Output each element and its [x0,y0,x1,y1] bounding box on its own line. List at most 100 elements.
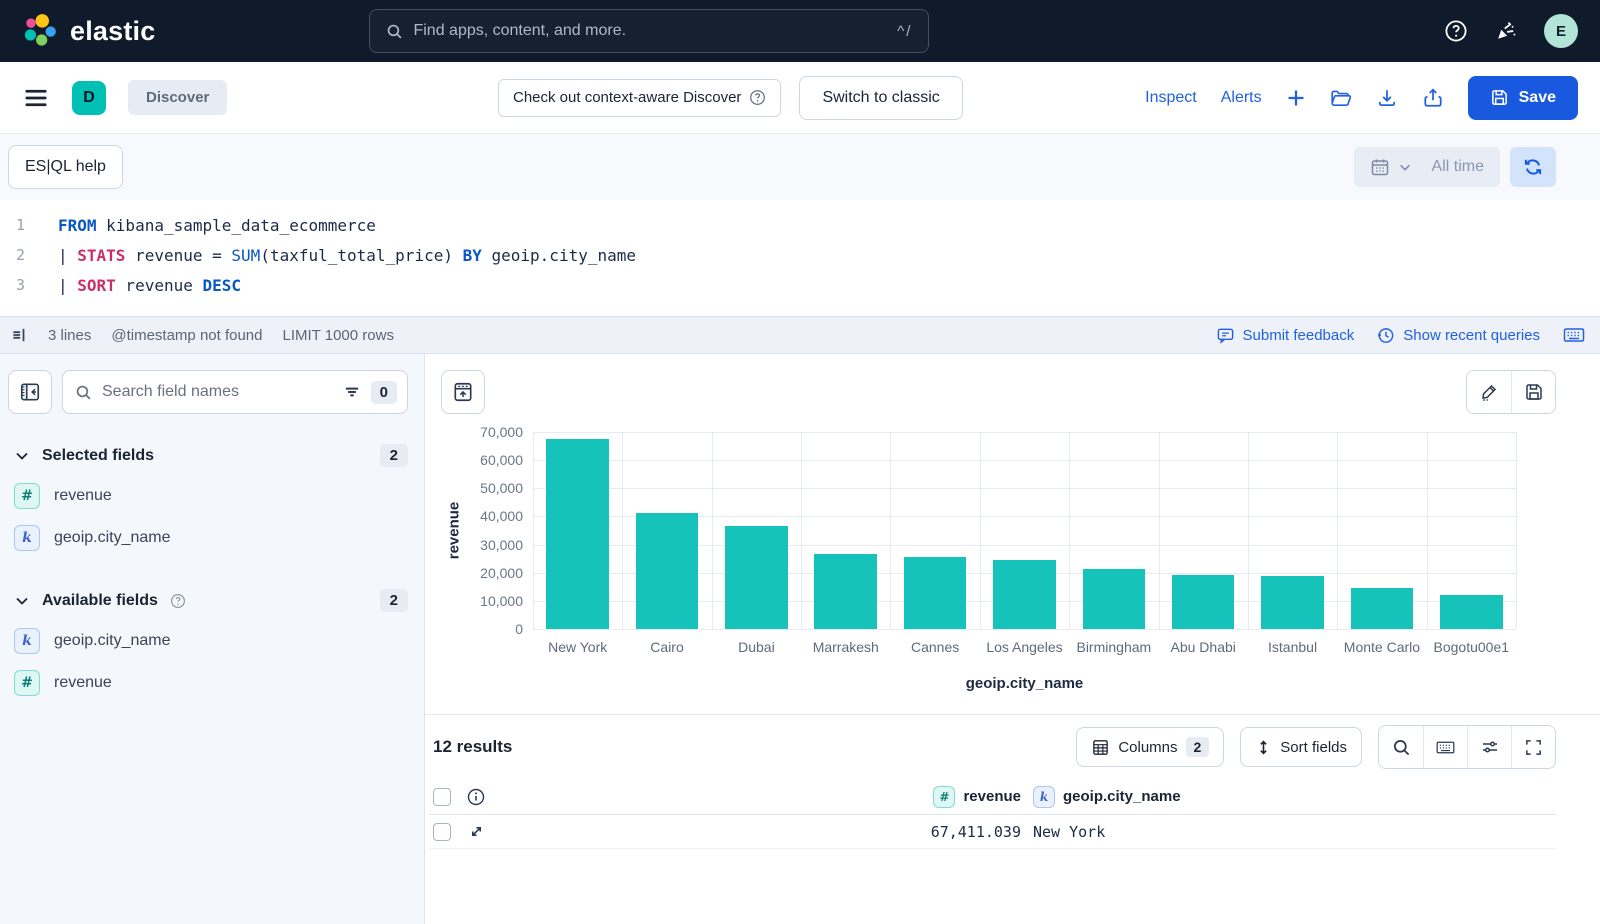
bar-Birmingham[interactable] [1083,569,1146,630]
chevron-down-icon [14,593,30,609]
bar-Cairo[interactable] [636,513,699,629]
y-tick: 0 [515,621,523,637]
menu-icon[interactable] [22,84,50,112]
results-toolbar: 12 results Columns 2 Sort fields [425,714,1600,779]
grid-search-icon[interactable] [1379,726,1423,768]
field-search-input[interactable]: Search field names 0 [62,370,408,414]
line-number: 3 [0,276,40,294]
refresh-button[interactable] [1510,147,1556,187]
hide-chart-button[interactable] [441,370,485,414]
columns-count-badge: 2 [1186,737,1210,757]
bar-Marrakesh[interactable] [814,554,877,629]
expand-row-icon[interactable] [465,823,487,840]
save-icon [1490,88,1509,107]
sort-fields-button[interactable]: Sort fields [1240,727,1362,767]
editor-footer: 3 lines @timestamp not found LIMIT 1000 … [0,316,1600,354]
code-line[interactable]: 3| SORT revenue DESC [0,270,1600,300]
time-range-value: All time [1432,158,1484,176]
fields-sidebar: Search field names 0 Selected fields 2 #… [0,354,425,924]
number-field-icon: # [14,483,40,509]
discover-app-badge[interactable]: D [72,81,106,115]
grid-header-row: # revenue k geoip.city_name [429,779,1556,815]
inspect-link[interactable]: Inspect [1145,89,1197,107]
field-item-revenue[interactable]: #revenue [14,483,408,509]
columns-button[interactable]: Columns 2 [1076,727,1224,767]
elastic-brand[interactable]: elastic [22,13,155,49]
esql-editor[interactable]: 1FROM kibana_sample_data_ecommerce2| STA… [0,200,1600,316]
select-all-checkbox[interactable] [433,788,451,806]
share-icon[interactable] [1422,87,1444,109]
time-range-picker[interactable]: All time [1354,147,1500,187]
available-fields-header[interactable]: Available fields 2 [14,589,408,612]
context-aware-discover-button[interactable]: Check out context-aware Discover [498,79,781,117]
field-filter-icon[interactable] [343,383,361,401]
app-toolbar: D Discover Check out context-aware Disco… [0,62,1600,134]
x-tick: Istanbul [1248,639,1337,655]
x-tick: Cairo [622,639,711,655]
save-button[interactable]: Save [1468,76,1578,120]
open-folder-icon[interactable] [1330,87,1352,109]
results-count: 12 results [433,737,512,757]
grid-keyboard-icon[interactable] [1423,726,1467,768]
gridline [533,629,1516,630]
user-avatar[interactable]: E [1544,14,1578,48]
x-axis-ticks: New YorkCairoDubaiMarrakeshCannesLos Ang… [533,639,1516,655]
refresh-icon [1522,156,1544,178]
recent-queries-link[interactable]: Show recent queries [1376,326,1540,345]
y-tick: 60,000 [480,452,523,468]
y-axis-ticks: 70,00060,00050,00040,00030,00020,00010,0… [467,432,533,629]
whats-new-icon[interactable] [1494,19,1518,43]
line-number: 1 [0,216,40,234]
bar-Los Angeles[interactable] [993,560,1056,630]
calendar-icon [1370,157,1390,177]
save-visualization-icon[interactable] [1511,371,1555,413]
download-icon[interactable] [1376,87,1398,109]
elastic-logo [22,13,58,49]
new-session-icon[interactable] [1286,88,1306,108]
x-tick: Los Angeles [980,639,1069,655]
question-icon [749,89,766,106]
keyboard-shortcuts-icon[interactable] [1562,323,1586,347]
field-search-placeholder: Search field names [102,383,343,401]
field-item-geoip.city_name[interactable]: kgeoip.city_name [14,525,408,551]
revenue-column-header[interactable]: # revenue [487,786,1021,808]
esql-help-button[interactable]: ES|QL help [8,145,123,189]
question-icon[interactable] [170,593,186,609]
bar-Cannes[interactable] [904,557,967,629]
bar-Monte Carlo[interactable] [1351,588,1414,629]
code-line[interactable]: 1FROM kibana_sample_data_ecommerce [0,210,1600,240]
switch-to-classic-button[interactable]: Switch to classic [799,76,962,120]
bar-Bogotu00e1[interactable] [1440,595,1503,629]
keyword-field-icon: k [14,628,40,654]
selected-fields-header[interactable]: Selected fields 2 [14,444,408,467]
bar-New York[interactable] [546,439,609,629]
collapse-sidebar-button[interactable] [8,370,52,414]
line-count: 3 lines [48,327,91,344]
field-item-revenue[interactable]: #revenue [14,670,408,696]
y-tick: 70,000 [480,424,523,440]
breadcrumb[interactable]: Discover [128,80,227,115]
fullscreen-icon[interactable] [1511,726,1555,768]
x-tick: Cannes [890,639,979,655]
y-tick: 50,000 [480,480,523,496]
bar-Istanbul[interactable] [1261,576,1324,629]
y-tick: 20,000 [480,565,523,581]
bar-Dubai[interactable] [725,526,788,629]
sort-icon [1255,739,1272,756]
edit-visualization-icon[interactable] [1467,371,1511,413]
info-icon[interactable] [465,787,487,807]
code-line[interactable]: 2| STATS revenue = SUM(taxful_total_pric… [0,240,1600,270]
submit-feedback-link[interactable]: Submit feedback [1216,326,1355,345]
alerts-link[interactable]: Alerts [1221,89,1262,107]
bar-Abu Dhabi[interactable] [1172,575,1235,629]
editor-resize-icon[interactable] [10,326,28,344]
display-options-icon[interactable] [1467,726,1511,768]
selected-fields-count: 2 [380,444,408,467]
field-item-geoip.city_name[interactable]: kgeoip.city_name [14,628,408,654]
field-filter-count: 0 [371,381,397,404]
help-icon[interactable] [1444,19,1468,43]
global-search-input[interactable]: Find apps, content, and more. ^/ [369,9,929,53]
row-checkbox[interactable] [433,823,451,841]
x-tick: Monte Carlo [1337,639,1426,655]
city-column-header[interactable]: k geoip.city_name [1021,786,1556,808]
